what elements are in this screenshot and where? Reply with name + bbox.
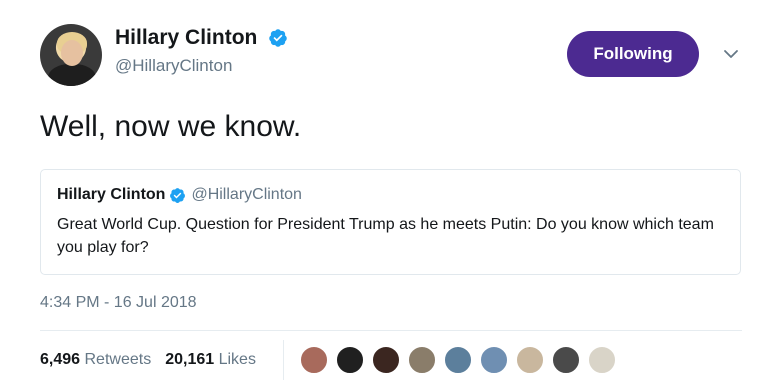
stats-divider [40,330,742,331]
following-button[interactable]: Following [567,31,699,77]
avatar-body-shape [48,64,96,86]
retweets-label: Retweets [84,351,152,368]
chevron-down-icon[interactable] [723,46,739,62]
tweet-timestamp[interactable]: 4:34 PM - 16 Jul 2018 [40,294,197,312]
likes-count: 20,161 [165,351,215,368]
retweets-stat[interactable]: 6,496 Retweets [40,351,151,369]
liker-avatar-8[interactable] [552,346,580,374]
tweet-header: Hillary Clinton @HillaryClinton Followin… [40,24,740,88]
author-name-block: Hillary Clinton @HillaryClinton [115,26,288,76]
liker-avatar-1[interactable] [300,346,328,374]
author-avatar[interactable] [40,24,102,86]
verified-badge-icon [269,29,287,47]
stats-vertical-separator [283,340,284,380]
author-display-name[interactable]: Hillary Clinton [115,26,257,50]
quoted-tweet-header: Hillary Clinton @HillaryClinton [57,186,724,204]
liker-avatars [300,346,624,374]
liker-avatar-5[interactable] [444,346,472,374]
liker-avatar-4[interactable] [408,346,436,374]
tweet-stats: 6,496 Retweets 20,161 Likes [40,351,270,369]
tweet-text: Well, now we know. [40,110,302,143]
author-handle[interactable]: @HillaryClinton [115,56,288,76]
liker-avatar-2[interactable] [336,346,364,374]
liker-avatar-9[interactable] [588,346,616,374]
likes-label: Likes [218,351,256,368]
liker-avatar-3[interactable] [372,346,400,374]
avatar-face-shape [61,40,83,66]
quoted-tweet-text: Great World Cup. Question for President … [57,216,714,256]
verified-badge-icon [170,187,186,203]
likes-stat[interactable]: 20,161 Likes [165,351,256,369]
liker-avatar-7[interactable] [516,346,544,374]
quoted-tweet-card[interactable]: Hillary Clinton @HillaryClinton Great Wo… [40,169,741,275]
quoted-author-handle: @HillaryClinton [191,186,302,203]
quoted-author-name: Hillary Clinton [57,186,166,203]
liker-avatar-6[interactable] [480,346,508,374]
retweets-count: 6,496 [40,351,81,368]
